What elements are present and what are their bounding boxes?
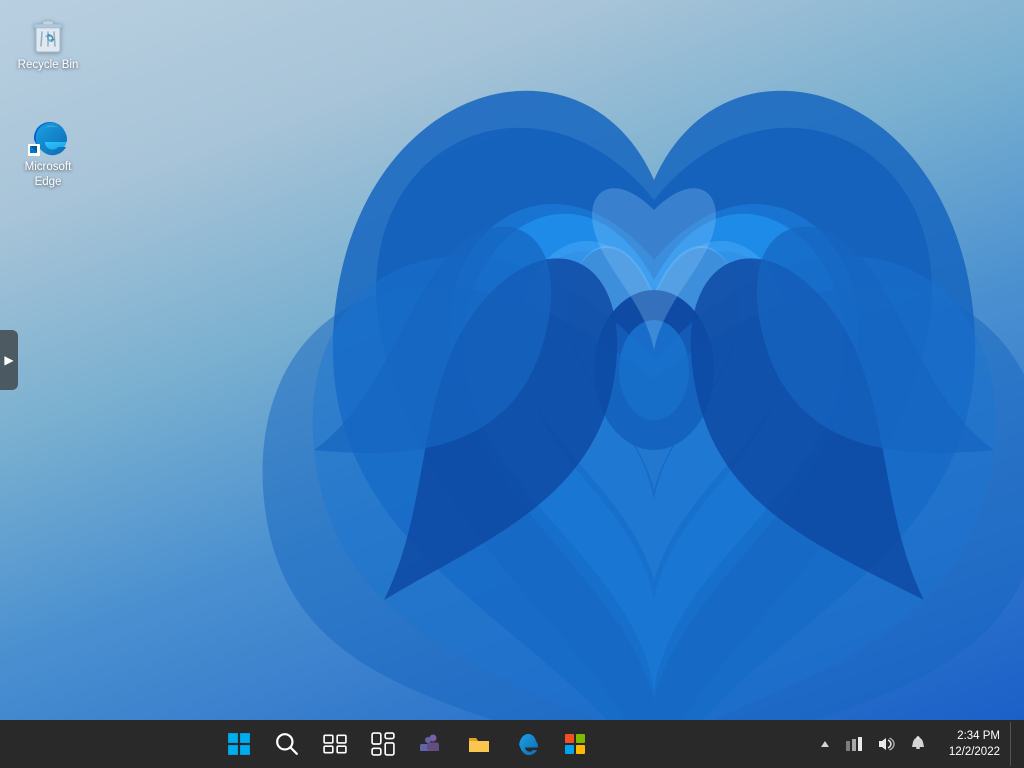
side-panel-toggle[interactable]: ▶ xyxy=(0,330,18,390)
search-icon xyxy=(275,732,299,756)
task-view-button[interactable] xyxy=(313,722,357,766)
microsoft-edge-icon[interactable]: Microsoft Edge xyxy=(8,110,88,196)
chevron-up-icon xyxy=(819,737,831,751)
network-icon xyxy=(845,736,863,752)
start-button[interactable] xyxy=(217,722,261,766)
system-tray xyxy=(807,732,939,756)
show-hidden-icons-button[interactable] xyxy=(815,733,835,755)
file-explorer-icon xyxy=(467,732,491,756)
wallpaper-bloom xyxy=(234,0,1024,720)
file-explorer-button[interactable] xyxy=(457,722,501,766)
edge-taskbar-icon xyxy=(515,732,539,756)
side-panel-arrow: ▶ xyxy=(4,353,13,367)
volume-button[interactable] xyxy=(873,732,899,756)
network-button[interactable] xyxy=(841,732,867,756)
notification-icon xyxy=(909,736,927,752)
desktop: Recycle Bin xyxy=(0,0,1024,720)
recycle-bin-svg xyxy=(28,14,68,54)
store-button[interactable] xyxy=(553,722,597,766)
task-view-icon xyxy=(323,732,347,756)
clock-time: 2:34 PM xyxy=(957,728,1000,744)
edge-svg xyxy=(28,116,68,156)
recycle-bin-icon[interactable]: Recycle Bin xyxy=(8,8,88,79)
windows-logo-icon xyxy=(227,732,251,756)
taskbar-right: 2:34 PM 12/2/2022 xyxy=(807,722,1024,766)
search-button[interactable] xyxy=(265,722,309,766)
teams-button[interactable] xyxy=(409,722,453,766)
recycle-bin-label: Recycle Bin xyxy=(18,58,79,73)
edge-taskbar-button[interactable] xyxy=(505,722,549,766)
show-desktop-button[interactable] xyxy=(1010,722,1016,766)
clock-display[interactable]: 2:34 PM 12/2/2022 xyxy=(943,726,1006,762)
widgets-icon xyxy=(371,732,395,756)
store-icon xyxy=(563,732,587,756)
notification-button[interactable] xyxy=(905,732,931,756)
taskbar-center xyxy=(8,722,807,766)
microsoft-edge-label: Microsoft Edge xyxy=(14,160,82,190)
teams-icon xyxy=(419,732,443,756)
clock-date: 12/2/2022 xyxy=(949,744,1000,760)
volume-icon xyxy=(877,736,895,752)
taskbar: 2:34 PM 12/2/2022 xyxy=(0,720,1024,768)
widgets-button[interactable] xyxy=(361,722,405,766)
